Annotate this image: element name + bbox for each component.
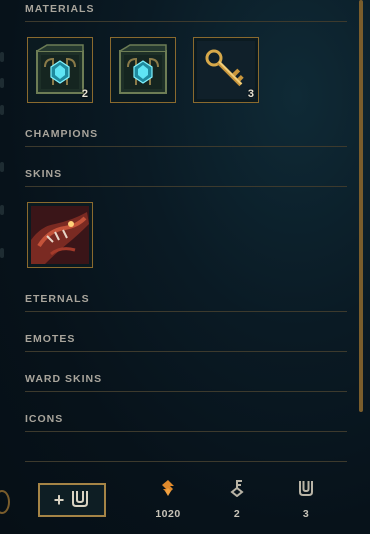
loot-tile-hextech-chest[interactable] [110, 37, 176, 103]
chest-count-value: 3 [302, 508, 310, 520]
divider [25, 146, 347, 147]
rail-ring-icon[interactable] [0, 490, 10, 514]
loot-tile-hextech-key[interactable]: 3 [193, 37, 259, 103]
open-chest-button[interactable]: + [38, 483, 106, 517]
divider [25, 431, 347, 432]
skin-shard-icon [31, 206, 89, 264]
rail-mark [0, 78, 4, 88]
section-champions-title[interactable]: CHAMPIONS [25, 128, 98, 140]
item-count: 2 [81, 88, 88, 100]
key-icon [228, 480, 246, 501]
chest-icon [70, 488, 90, 513]
rail-mark [0, 205, 4, 215]
left-rail [0, 0, 10, 534]
chest-currency: 3 [286, 479, 326, 520]
rail-mark [0, 52, 4, 62]
section-eternals-title[interactable]: ETERNALS [25, 293, 90, 305]
hextech-chest-icon [31, 41, 89, 99]
orange-essence-icon [159, 480, 177, 501]
scrollbar[interactable] [359, 0, 363, 412]
rail-mark [0, 162, 4, 172]
section-materials-title: MATERIALS [25, 3, 95, 15]
section-icons-title[interactable]: ICONS [25, 413, 63, 425]
item-count: 3 [247, 88, 254, 100]
divider [25, 391, 347, 392]
section-emotes-title[interactable]: EMOTES [25, 333, 75, 345]
section-ward-skins-title[interactable]: WARD SKINS [25, 373, 102, 385]
loot-tile-hextech-chest[interactable]: 2 [27, 37, 93, 103]
rail-mark [0, 248, 4, 258]
rail-mark [0, 105, 4, 115]
loot-panel: MATERIALS 2 3 CHAMPIONS SKINS ETERNALS E… [25, 0, 347, 460]
section-skins-title[interactable]: SKINS [25, 168, 62, 180]
divider [25, 311, 347, 312]
orange-essence-currency: 1020 [148, 479, 188, 520]
chest-icon [297, 481, 315, 501]
divider [25, 21, 347, 22]
key-currency: 2 [217, 479, 257, 520]
footer-divider [25, 461, 347, 462]
plus-label: + [53, 490, 65, 510]
key-count-value: 2 [233, 508, 241, 520]
divider [25, 186, 347, 187]
loot-tile-skin-shard[interactable] [27, 202, 93, 268]
orange-essence-value: 1020 [155, 508, 181, 520]
hextech-key-icon [197, 41, 255, 99]
divider [25, 351, 347, 352]
hextech-chest-icon [114, 41, 172, 99]
